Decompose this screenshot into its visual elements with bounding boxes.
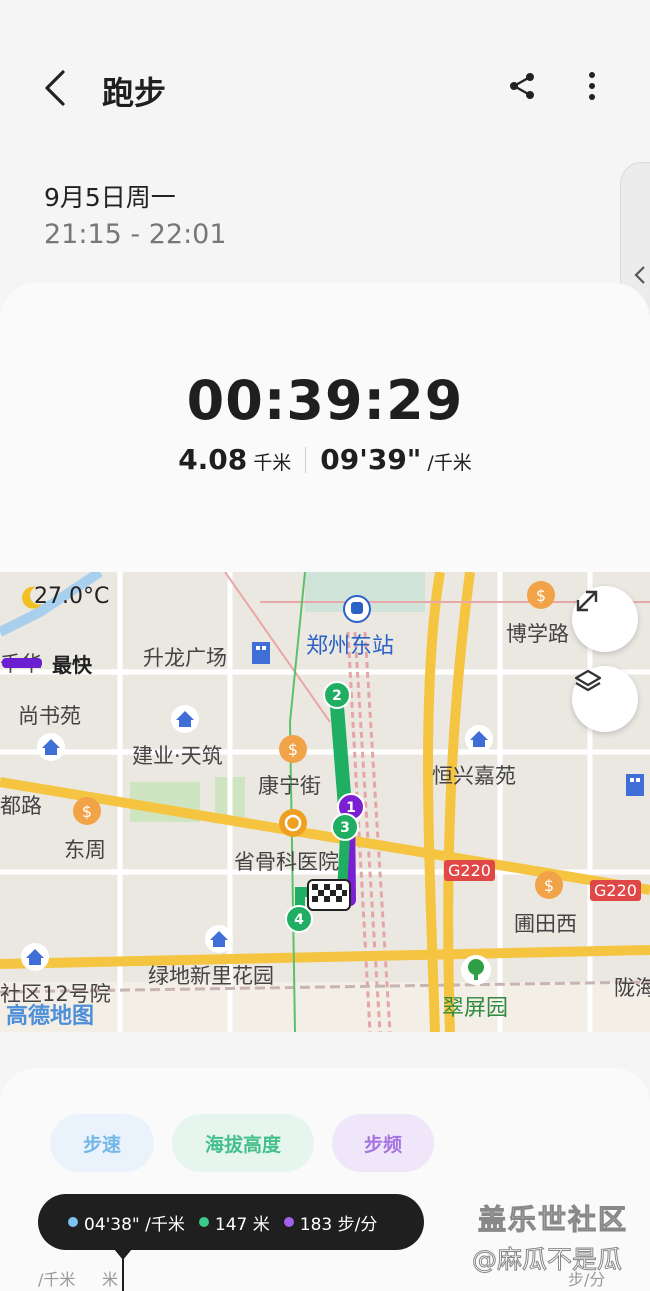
map-label-dongzhou: 东周: [64, 838, 106, 862]
page-title: 跑步: [102, 74, 167, 112]
map-layers-button[interactable]: [572, 666, 638, 732]
map-legend: 千华 最快: [0, 648, 92, 678]
map-label-jianye: 建业·天筑: [132, 744, 223, 768]
back-button[interactable]: [30, 66, 80, 110]
map-label-shenglong: 升龙广场: [143, 646, 227, 670]
stats-divider: [305, 446, 307, 473]
route-marker-2: 2: [323, 681, 351, 709]
chart-cursor[interactable]: [122, 1258, 124, 1291]
summary-card: 00:39:29 4.08 千米 09'39" /千米: [0, 283, 650, 583]
duration-value: 00:39:29: [186, 369, 464, 432]
share-icon: [510, 73, 534, 99]
building-poi-icon-2: [626, 774, 644, 796]
tooltip-cadence-value: 183 步/分: [299, 1214, 378, 1235]
map-label-cuiping: 翠屏园: [442, 996, 509, 1021]
tooltip-pace: 04'38" /千米: [68, 1210, 185, 1235]
pace-dot: [68, 1217, 78, 1227]
map-label-shenggu: 省骨科医院: [234, 850, 339, 874]
bank-poi-icon-4: $: [535, 871, 563, 899]
map-label-dulu: 都路: [0, 794, 42, 818]
more-vertical-icon: [589, 72, 595, 100]
pace-unit: /千米: [427, 452, 472, 474]
bank-poi-icon-2: $: [73, 797, 101, 825]
home-poi-icon-5: [21, 943, 49, 971]
altitude-chip[interactable]: 海拔高度: [172, 1114, 314, 1172]
map-label-putianxi: 圃田西: [514, 912, 577, 936]
amap-logo: 高德地图: [6, 1004, 95, 1029]
fastest-legend-label: 最快: [52, 652, 92, 677]
pace-value: 09'39": [320, 443, 422, 476]
tooltip-altitude-value: 147 米: [214, 1214, 270, 1235]
bank-poi-icon: $: [279, 735, 307, 763]
route-marker-3: 3: [331, 813, 359, 841]
bank-poi-icon-3: $: [527, 581, 555, 609]
layers-icon: [574, 669, 602, 692]
watermark-author: @麻瓜不是瓜: [471, 1245, 623, 1275]
app-header: 跑步: [0, 40, 650, 136]
map-label-longhai: 陇海: [614, 976, 650, 1000]
watermark-community: 盖乐世社区: [477, 1203, 629, 1237]
svg-text:$: $: [544, 876, 554, 895]
map-label-shangshu: 尚书苑: [18, 704, 81, 728]
tooltip-pace-value: 04'38" /千米: [84, 1214, 185, 1235]
expand-icon: [576, 590, 598, 612]
svg-text:$: $: [82, 802, 92, 821]
park-poi-icon: [461, 955, 491, 985]
axis-label-pace-unit: /千米: [38, 1270, 76, 1289]
cadence-dot: [283, 1217, 294, 1227]
tooltip-cadence: 183 步/分: [283, 1210, 378, 1235]
moon-icon: [22, 586, 42, 609]
more-options-button[interactable]: [572, 64, 612, 108]
home-poi-icon: [171, 705, 199, 733]
route-map[interactable]: 27.0°C 千华 最快 郑州东站 博学路 升龙广场 尚书苑 建业·天筑 康宁街…: [0, 572, 650, 1032]
chart-tooltip: 04'38" /千米 147 米 183 步/分: [38, 1194, 424, 1250]
highway-shield-g220-2: G220: [590, 880, 641, 901]
home-poi-icon-3: [465, 725, 493, 753]
tooltip-altitude: 147 米: [198, 1210, 270, 1235]
session-time-range: 21:15 - 22:01: [44, 219, 227, 250]
svg-text:$: $: [288, 740, 298, 759]
fastest-legend-bar: [2, 658, 42, 668]
home-poi-icon-4: [205, 925, 233, 953]
expand-map-button[interactable]: [572, 586, 638, 652]
session-date: 9月5日周一: [44, 183, 176, 212]
svg-text:2: 2: [332, 688, 342, 704]
distance-unit: 千米: [253, 452, 292, 474]
highway-shield-g220: G220: [444, 860, 495, 881]
share-button[interactable]: [500, 64, 544, 108]
axis-label-altitude-unit: 米: [102, 1270, 119, 1289]
map-label-lvdi: 绿地新里花园: [148, 964, 274, 988]
altitude-dot: [198, 1217, 209, 1227]
train-station-icon: [343, 595, 371, 623]
building-poi-icon: [252, 642, 270, 664]
svg-text:4: 4: [294, 912, 304, 928]
cadence-chip[interactable]: 步频: [332, 1114, 434, 1172]
distance-value: 4.08: [178, 443, 248, 476]
map-label-boxuelu: 博学路: [506, 622, 569, 646]
chevron-left-small-icon: [634, 266, 645, 284]
weather-info: 27.0°C: [18, 584, 109, 609]
home-poi-icon-2: [37, 733, 65, 761]
finish-flag-icon: [307, 879, 351, 911]
stats-line: 4.08 千米 09'39" /千米: [0, 443, 650, 476]
svg-text:$: $: [536, 586, 546, 605]
chevron-left-icon: [45, 70, 65, 106]
transit-poi-icon: [279, 809, 307, 837]
svg-text:3: 3: [340, 820, 350, 836]
temperature: 27.0°C: [34, 584, 110, 609]
map-label-kangning: 康宁街: [258, 774, 321, 798]
map-label-hengxing: 恒兴嘉苑: [432, 764, 516, 788]
map-label-station: 郑州东站: [306, 634, 395, 659]
pace-chip[interactable]: 步速: [50, 1114, 154, 1172]
